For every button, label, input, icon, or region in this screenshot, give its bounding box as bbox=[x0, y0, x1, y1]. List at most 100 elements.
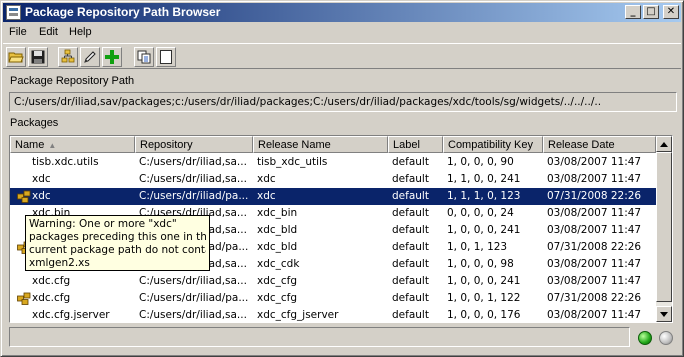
cell-compat-key: 1, 0, 0, 0, 176 bbox=[447, 309, 521, 321]
cell-compat-key: 1, 0, 0, 0, 241 bbox=[447, 275, 521, 287]
table-row[interactable]: xdc.cfg C:/users/dr/iliad,sa... xdc_cfg def… bbox=[10, 273, 656, 290]
toolbar bbox=[3, 43, 681, 69]
tooltip-line: current package path do not contain: bbox=[29, 244, 206, 256]
scroll-up-icon[interactable] bbox=[656, 136, 672, 152]
cell-label: default bbox=[392, 241, 429, 253]
cell-label: default bbox=[392, 275, 429, 287]
column-header-name[interactable]: Name ▲ bbox=[10, 136, 135, 153]
cell-label: default bbox=[392, 224, 429, 236]
cell-repository: C:/users/dr/iliad/pa... bbox=[139, 190, 249, 202]
cell-compat-key: 1, 0, 0, 0, 241 bbox=[447, 224, 521, 236]
repository-path-label: Package Repository Path bbox=[10, 75, 135, 87]
close-button[interactable]: ✕ bbox=[663, 5, 679, 19]
table-row[interactable]: xdc C:/users/dr/iliad/pa... xdc default 1, 1… bbox=[10, 188, 656, 205]
cell-release-name: xdc_bld bbox=[257, 241, 298, 253]
cell-repository: C:/users/dr/iliad,sa... bbox=[139, 156, 247, 168]
cell-name: xdc bbox=[32, 190, 51, 202]
table-header: Name ▲ Repository Release Name Label Comp… bbox=[10, 136, 656, 153]
repository-path-field[interactable]: C:/users/dr/iliad,sav/packages;c:/users/… bbox=[9, 92, 677, 112]
maximize-button[interactable]: □ bbox=[643, 5, 659, 19]
green-led-icon bbox=[638, 331, 652, 345]
cell-compat-key: 0, 0, 0, 0, 24 bbox=[447, 207, 514, 219]
package-tree-icon[interactable] bbox=[58, 47, 78, 67]
vertical-scrollbar[interactable] bbox=[656, 136, 672, 322]
menu-help[interactable]: Help bbox=[69, 26, 92, 38]
app-icon bbox=[6, 5, 21, 20]
status-field bbox=[9, 327, 630, 347]
cell-repository: C:/users/dr/iliad,sa... bbox=[139, 275, 247, 287]
packages-label: Packages bbox=[10, 117, 59, 129]
cell-release-date: 03/08/2007 11:47 bbox=[547, 258, 642, 270]
cell-release-date: 03/08/2007 11:47 bbox=[547, 207, 642, 219]
cell-release-name: xdc_bin bbox=[257, 207, 298, 219]
table-row[interactable]: xdc.cfg C:/users/dr/iliad/pa... xdc_cfg def… bbox=[10, 290, 656, 307]
tooltip-line: xmlgen2.xs bbox=[29, 257, 90, 269]
blank-page-icon[interactable] bbox=[156, 47, 176, 67]
cell-release-name: xdc_bld bbox=[257, 224, 298, 236]
cell-repository: C:/users/dr/iliad,sa... bbox=[139, 173, 247, 185]
cell-label: default bbox=[392, 156, 429, 168]
cell-repository: C:/users/dr/iliad/pa... bbox=[139, 292, 249, 304]
menu-bar: File Edit Help bbox=[3, 23, 681, 42]
column-header-label[interactable]: Label bbox=[388, 136, 443, 153]
cell-name: xdc bbox=[32, 173, 51, 185]
warning-tooltip: Warning: One or more "xdc" packages prec… bbox=[25, 215, 210, 271]
cell-release-date: 07/31/2008 22:26 bbox=[547, 292, 642, 304]
cell-label: default bbox=[392, 292, 429, 304]
cell-release-date: 07/31/2008 22:26 bbox=[547, 190, 642, 202]
cell-compat-key: 1, 1, 1, 0, 123 bbox=[447, 190, 521, 202]
cell-release-date: 07/31/2008 22:26 bbox=[547, 241, 642, 253]
scroll-thumb[interactable] bbox=[656, 152, 672, 302]
column-header-repository[interactable]: Repository bbox=[135, 136, 253, 153]
cell-compat-key: 1, 0, 0, 0, 90 bbox=[447, 156, 514, 168]
scroll-down-icon[interactable] bbox=[656, 306, 672, 322]
copy-icon[interactable] bbox=[134, 47, 154, 67]
tooltip-line: Warning: One or more "xdc" bbox=[29, 218, 177, 230]
cell-compat-key: 1, 1, 0, 0, 241 bbox=[447, 173, 521, 185]
table-row[interactable]: tisb.xdc.utils C:/users/dr/iliad,sa... tis… bbox=[10, 154, 656, 171]
open-folder-icon[interactable] bbox=[6, 47, 26, 67]
title-bar[interactable]: Package Repository Path Browser _ □ ✕ bbox=[3, 3, 681, 22]
column-header-release-date[interactable]: Release Date bbox=[543, 136, 656, 153]
window-title: Package Repository Path Browser bbox=[25, 5, 221, 19]
cell-release-date: 03/08/2007 11:47 bbox=[547, 309, 642, 321]
cell-compat-key: 1, 0, 1, 123 bbox=[447, 241, 508, 253]
cell-name: xdc.cfg.jserver bbox=[32, 309, 110, 321]
cell-release-date: 03/08/2007 11:47 bbox=[547, 275, 642, 287]
cell-release-name: xdc_cdk bbox=[257, 258, 300, 270]
cell-name: tisb.xdc.utils bbox=[32, 156, 99, 168]
cell-compat-key: 1, 0, 0, 0, 98 bbox=[447, 258, 514, 270]
cell-label: default bbox=[392, 207, 429, 219]
cell-release-name: xdc_cfg_jserver bbox=[257, 309, 339, 321]
cell-compat-key: 1, 0, 0, 1, 122 bbox=[447, 292, 521, 304]
column-header-release-name[interactable]: Release Name bbox=[253, 136, 388, 153]
pencil-edit-icon[interactable] bbox=[80, 47, 100, 67]
menu-edit[interactable]: Edit bbox=[39, 26, 58, 38]
table-row[interactable]: xdc.cfg.jserver C:/users/dr/iliad,sa... xd… bbox=[10, 307, 656, 322]
save-disk-icon[interactable] bbox=[28, 47, 48, 67]
cell-release-date: 03/08/2007 11:47 bbox=[547, 156, 642, 168]
minimize-button[interactable]: _ bbox=[625, 5, 641, 19]
cell-release-name: xdc_cfg bbox=[257, 275, 298, 287]
cell-release-name: xdc_cfg bbox=[257, 292, 298, 304]
cell-release-date: 03/08/2007 11:47 bbox=[547, 173, 642, 185]
gray-led-icon bbox=[659, 331, 673, 345]
cell-label: default bbox=[392, 258, 429, 270]
cell-release-name: xdc bbox=[257, 173, 276, 185]
column-header-compat-key[interactable]: Compatibility Key bbox=[443, 136, 543, 153]
cell-label: default bbox=[392, 309, 429, 321]
app-window: Package Repository Path Browser _ □ ✕ Fi… bbox=[0, 0, 684, 357]
cell-label: default bbox=[392, 190, 429, 202]
cell-label: default bbox=[392, 173, 429, 185]
cell-name: xdc.cfg bbox=[32, 292, 71, 304]
add-plus-icon[interactable] bbox=[102, 47, 122, 67]
cell-release-name: tisb_xdc_utils bbox=[257, 156, 328, 168]
cell-release-name: xdc bbox=[257, 190, 276, 202]
sort-ascending-icon: ▲ bbox=[48, 141, 57, 150]
cell-release-date: 03/08/2007 11:47 bbox=[547, 224, 642, 236]
cell-name: xdc.cfg bbox=[32, 275, 71, 287]
table-row[interactable]: xdc C:/users/dr/iliad,sa... xdc default 1, 1… bbox=[10, 171, 656, 188]
tooltip-line: packages preceding this one in the bbox=[29, 231, 206, 243]
cell-repository: C:/users/dr/iliad,sa... bbox=[139, 309, 247, 321]
menu-file[interactable]: File bbox=[9, 26, 27, 38]
